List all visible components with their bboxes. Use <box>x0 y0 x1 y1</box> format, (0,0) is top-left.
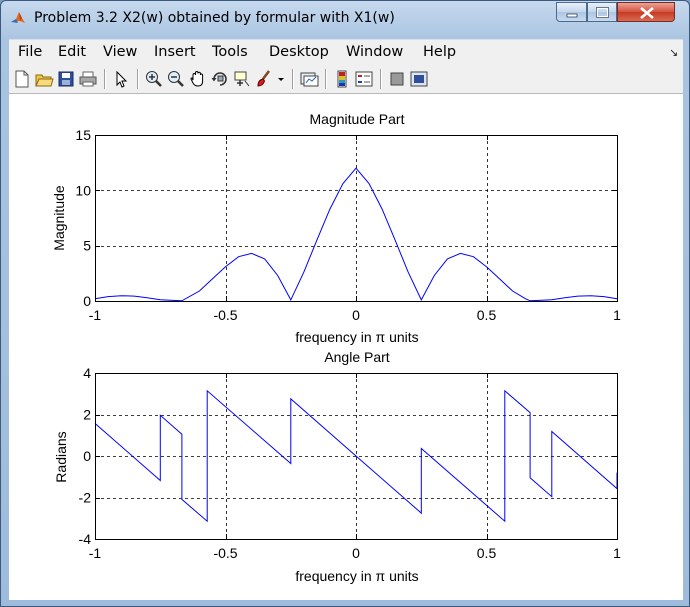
figure-toolbar <box>9 65 683 94</box>
angle-y-tick-label: 4 <box>83 365 91 381</box>
angle-x-tick-label: -0.5 <box>213 545 237 561</box>
matlab-logo-icon <box>11 12 25 23</box>
colorbar-icon <box>337 70 347 88</box>
angle-y-tick-label: -4 <box>79 531 92 547</box>
figure-window: Problem 3.2 X2(w) obtained by formular w… <box>0 0 690 607</box>
insert-legend-button[interactable] <box>354 69 374 89</box>
magnitude-ylabel: Magnitude <box>51 185 67 251</box>
angle-title: Angle Part <box>324 349 389 365</box>
toolbar-separator <box>104 69 106 89</box>
hide-plot-tools-icon <box>390 72 404 86</box>
print-button[interactable] <box>78 69 98 89</box>
angle-x-tick-label: 0.5 <box>477 545 497 561</box>
angle-y-tick-label: 2 <box>83 407 91 423</box>
window-title: Problem 3.2 X2(w) obtained by formular w… <box>34 10 395 26</box>
magnitude-y-tick-label: 10 <box>75 182 91 198</box>
plots-svg: Magnitude Part frequency in π units Magn… <box>51 111 621 584</box>
hide-plot-tools-button[interactable] <box>387 69 407 89</box>
angle-xlabel: frequency in π units <box>295 568 418 584</box>
angle-ylabel: Radians <box>53 431 69 482</box>
magnitude-title: Magnitude Part <box>310 111 405 127</box>
menu-window[interactable]: Window <box>346 44 403 60</box>
magnitude-x-tick-label: 0 <box>352 307 360 323</box>
zoom-out-icon <box>168 71 184 87</box>
zoom-out-button[interactable] <box>166 69 186 89</box>
data-cursor-icon <box>234 71 250 87</box>
print-icon <box>79 71 97 87</box>
magnitude-y-tick-label: 15 <box>75 127 91 143</box>
rotate-3d-icon <box>211 72 227 86</box>
magnitude-x-tick-label: -1 <box>89 307 102 323</box>
link-plot-icon <box>300 72 319 87</box>
dropdown-arrow-icon <box>278 78 284 81</box>
angle-x-tick-label: -1 <box>89 545 102 561</box>
save-button[interactable] <box>56 69 76 89</box>
angle-x-tick-label: 1 <box>613 545 621 561</box>
brush-button[interactable] <box>254 69 274 89</box>
menu-view[interactable]: View <box>103 44 137 60</box>
magnitude-xlabel: frequency in π units <box>295 329 418 345</box>
toolbar-separator <box>292 69 294 89</box>
show-plot-tools-button[interactable] <box>409 69 429 89</box>
link-plot-button[interactable] <box>299 69 319 89</box>
maximize-button[interactable] <box>587 2 617 22</box>
legend-icon <box>355 71 373 87</box>
minimize-icon <box>566 13 578 18</box>
figure-canvas[interactable]: Magnitude Part frequency in π units Magn… <box>9 94 683 600</box>
angle-y-tick-label: -2 <box>79 490 92 506</box>
zoom-in-icon <box>146 71 162 87</box>
magnitude-x-tick-label: 0.5 <box>477 307 497 323</box>
pointer-icon <box>116 70 128 88</box>
close-button[interactable] <box>617 2 675 22</box>
data-cursor-button[interactable] <box>232 69 252 89</box>
pan-button[interactable] <box>188 69 208 89</box>
angle-axes[interactable]: Angle Part frequency in π units Radians … <box>53 349 621 584</box>
menu-file[interactable]: File <box>18 44 42 60</box>
menu-help[interactable]: Help <box>423 44 456 60</box>
menu-bar: File Edit View Insert Tools Desktop Wind… <box>9 39 683 66</box>
magnitude-x-tick-label: 1 <box>613 307 621 323</box>
menu-desktop[interactable]: Desktop <box>269 44 329 60</box>
open-folder-icon <box>35 74 54 87</box>
angle-x-tick-label: 0 <box>352 545 360 561</box>
title-bar[interactable]: Problem 3.2 X2(w) obtained by formular w… <box>1 1 689 35</box>
maximize-icon <box>596 7 609 18</box>
magnitude-axes[interactable]: Magnitude Part frequency in π units Magn… <box>51 111 621 345</box>
edit-plot-button[interactable] <box>111 69 131 89</box>
menu-tools[interactable]: Tools <box>212 44 248 60</box>
pan-hand-icon <box>190 70 204 87</box>
new-figure-button[interactable] <box>12 69 32 89</box>
insert-colorbar-button[interactable] <box>332 69 352 89</box>
minimize-button[interactable] <box>556 2 587 22</box>
toolbar-separator <box>380 69 382 89</box>
angle-y-tick-label: 0 <box>83 448 91 464</box>
toolbar-separator <box>137 69 139 89</box>
new-file-icon <box>15 70 29 88</box>
magnitude-plot-area <box>95 135 617 301</box>
save-icon <box>58 71 74 87</box>
rotate-3d-button[interactable] <box>210 69 230 89</box>
open-file-button[interactable] <box>34 69 54 89</box>
toolbar-separator <box>325 69 327 89</box>
menu-edit[interactable]: Edit <box>58 44 86 60</box>
menu-insert[interactable]: Insert <box>154 44 196 60</box>
brush-icon <box>257 70 270 87</box>
zoom-in-button[interactable] <box>144 69 164 89</box>
magnitude-x-tick-label: -0.5 <box>213 307 237 323</box>
magnitude-y-tick-label: 0 <box>83 293 91 309</box>
show-plot-tools-icon <box>410 71 428 87</box>
magnitude-y-tick-label: 5 <box>83 238 91 254</box>
dock-arrow-icon[interactable]: ↘ <box>669 46 678 59</box>
close-icon <box>640 7 654 19</box>
brush-dropdown-button[interactable] <box>276 69 286 89</box>
